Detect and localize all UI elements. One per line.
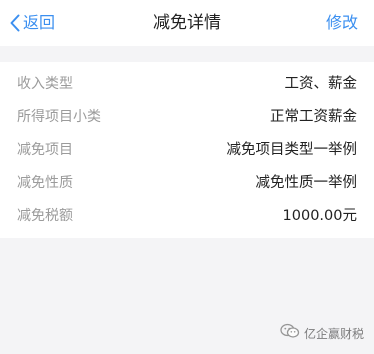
detail-row-income-subcategory: 所得项目小类 正常工资薪金 (0, 99, 374, 132)
detail-row-relief-item: 减免项目 减免项目类型一举例 (0, 132, 374, 165)
row-value: 减免项目类型一举例 (226, 142, 358, 158)
detail-card: 收入类型 工资、薪金 所得项目小类 正常工资薪金 减免项目 减免项目类型一举例 … (0, 62, 374, 238)
row-label: 减免税额 (17, 207, 73, 224)
watermark-text: 亿企赢财税 (303, 326, 364, 341)
row-value: 工资、薪金 (284, 76, 358, 92)
nav-bar: 返回 减免详情 修改 (0, 0, 374, 46)
row-label: 减免性质 (17, 174, 73, 191)
row-label: 减免项目 (17, 141, 73, 158)
row-value: 1000.00元 (282, 208, 357, 224)
row-label: 收入类型 (17, 75, 73, 92)
detail-row-relief-nature: 减免性质 减免性质一举例 (0, 165, 374, 198)
page-title: 减免详情 (153, 13, 221, 33)
row-value: 正常工资薪金 (270, 109, 357, 125)
edit-button[interactable]: 修改 (326, 12, 358, 34)
watermark: 亿企赢财税 (280, 323, 364, 343)
row-value: 减免性质一举例 (255, 175, 358, 191)
detail-row-relief-amount: 减免税额 1000.00元 (0, 198, 374, 231)
row-label: 所得项目小类 (17, 108, 101, 125)
detail-row-income-type: 收入类型 工资、薪金 (0, 66, 374, 99)
wechat-official-account-icon (280, 323, 300, 343)
